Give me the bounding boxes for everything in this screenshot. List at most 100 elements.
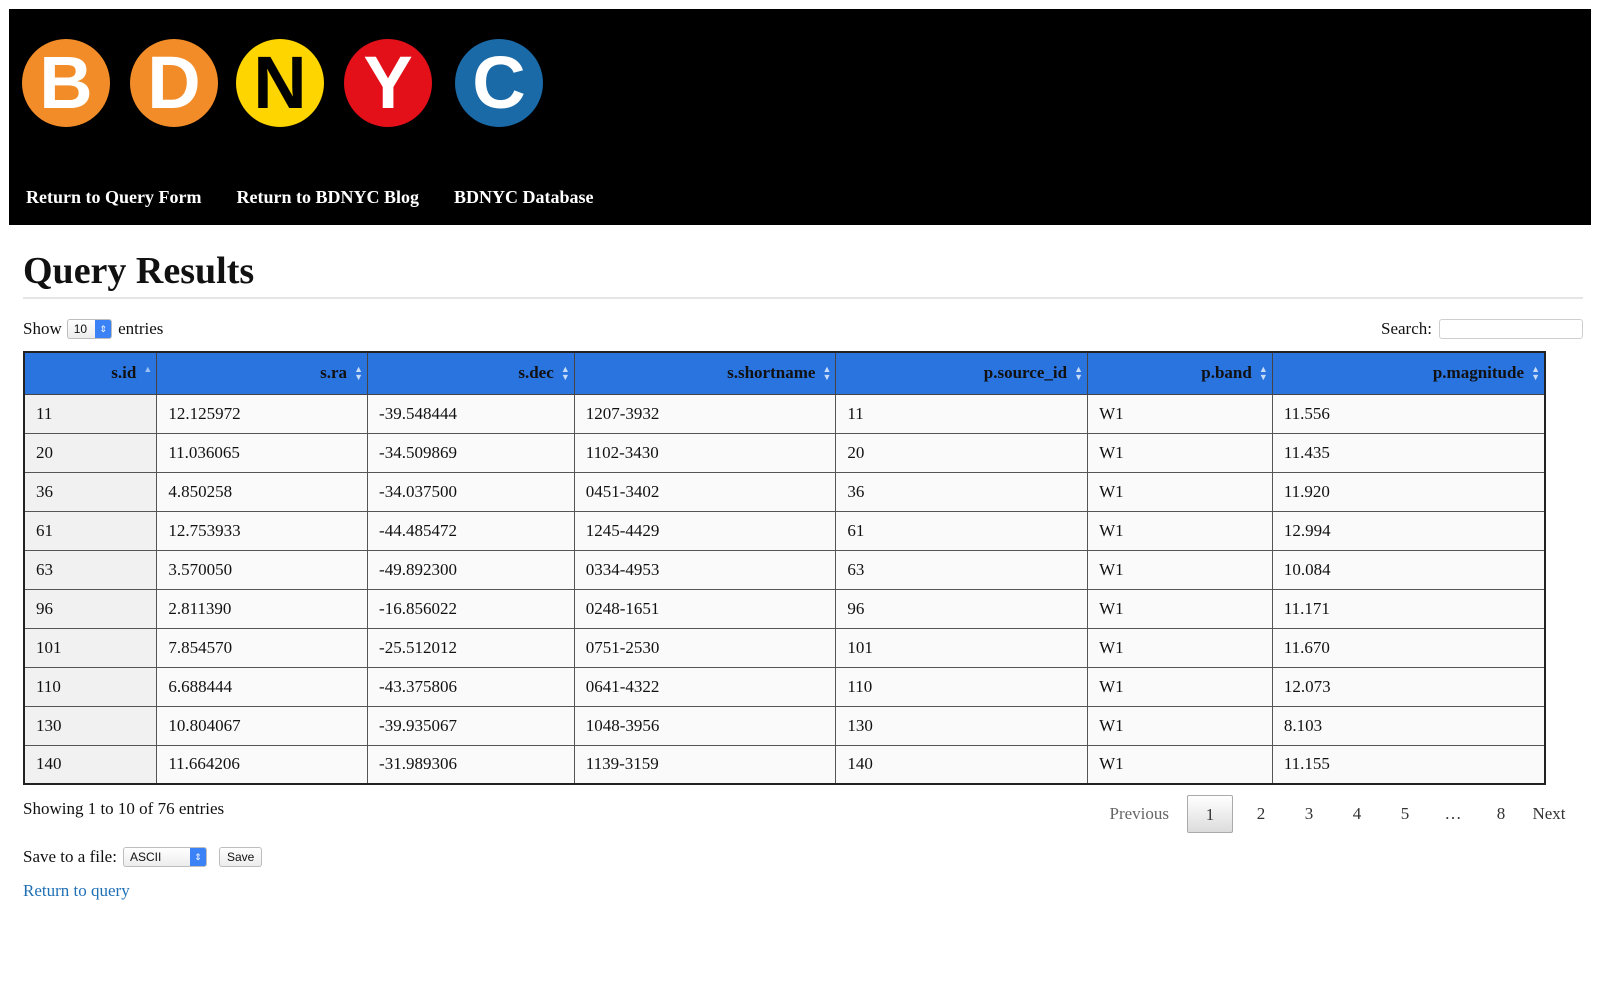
pagination-next[interactable]: Next [1529, 795, 1569, 833]
table-cell: W1 [1087, 549, 1273, 590]
table-cell: 2.811390 [156, 588, 369, 629]
table-row: 140 11.664206 -31.989306 1139-3159 140 W1 11.1… [23, 744, 1546, 785]
save-format-value: ASCII [129, 850, 162, 864]
table-cell: 1102-3430 [573, 432, 837, 473]
table-cell: -25.512012 [367, 627, 575, 668]
table-cell: 36 [835, 471, 1089, 512]
column-header-s-ra[interactable]: s.ra ▲ ▼ [156, 351, 369, 395]
pagination-page-8[interactable]: 8 [1481, 795, 1521, 833]
table-cell: W1 [1087, 471, 1273, 512]
table-cell: 11.435 [1271, 432, 1546, 473]
pagination-page-1[interactable]: 1 [1187, 795, 1233, 833]
table-cell: 4.850258 [156, 471, 369, 512]
table-cell: 12.125972 [156, 393, 369, 434]
logo-letter-n: N [236, 39, 324, 127]
return-to-query-link[interactable]: Return to query [23, 881, 130, 901]
pagination-page-2[interactable]: 2 [1241, 795, 1281, 833]
entries-label: entries [118, 319, 164, 338]
table-cell: 140 [835, 744, 1089, 785]
table-controls: Show 10 ⇕ entries Search: [23, 311, 1583, 351]
entries-length-control: Show 10 ⇕ entries [23, 319, 163, 339]
pagination-page-3[interactable]: 3 [1289, 795, 1329, 833]
nav-database[interactable]: BDNYC Database [454, 187, 594, 208]
table-cell: 96 [835, 588, 1089, 629]
sort-icon: ▲ ▼ [1258, 364, 1268, 382]
table-row: 36 4.850258 -34.037500 0451-3402 36 W1 11.920 [23, 471, 1546, 512]
table-cell: 36 [23, 471, 158, 512]
search-label: Search: [1381, 319, 1432, 338]
table-row: 130 10.804067 -39.935067 1048-3956 130 W1 8.10… [23, 705, 1546, 746]
search-control: Search: [1381, 319, 1583, 339]
table-row: 20 11.036065 -34.509869 1102-3430 20 W1 11.435 [23, 432, 1546, 473]
save-format-select[interactable]: ASCII ⇕ [122, 847, 207, 867]
table-cell: 11 [23, 393, 158, 434]
table-cell: W1 [1087, 705, 1273, 746]
table-cell: W1 [1087, 744, 1273, 785]
sort-icon: ▲ ▼ [560, 364, 570, 382]
page-title: Query Results [23, 245, 1583, 299]
nav-return-to-blog[interactable]: Return to BDNYC Blog [236, 187, 419, 208]
table-cell: 140 [23, 744, 158, 785]
column-header-p-band[interactable]: p.band ▲ ▼ [1087, 351, 1273, 395]
table-cell: 1207-3932 [573, 393, 837, 434]
sort-icon: ▲ ▼ [1531, 364, 1540, 382]
pagination-page-4[interactable]: 4 [1337, 795, 1377, 833]
save-button[interactable]: Save [218, 847, 263, 867]
column-header-s-id[interactable]: s.id ▲ [23, 351, 158, 395]
table-cell: W1 [1087, 510, 1273, 551]
column-header-p-magnitude[interactable]: p.magnitude ▲ ▼ [1271, 351, 1546, 395]
show-label: Show [23, 319, 62, 338]
logo-letter-b: B [22, 39, 110, 127]
table-cell: 1048-3956 [573, 705, 837, 746]
table-row: 61 12.753933 -44.485472 1245-4429 61 W1 12.994 [23, 510, 1546, 551]
table-cell: 0248-1651 [573, 588, 837, 629]
table-footer: Showing 1 to 10 of 76 entries Previous 1 2… [23, 791, 1583, 841]
nav-return-to-query-form[interactable]: Return to Query Form [26, 187, 201, 208]
column-header-s-dec[interactable]: s.dec ▲ ▼ [367, 351, 575, 395]
pagination: Previous 1 2 3 4 5 … 8 Next [1102, 795, 1570, 833]
table-row: 63 3.570050 -49.892300 0334-4953 63 W1 10.084 [23, 549, 1546, 590]
table-cell: 0641-4322 [573, 666, 837, 707]
pagination-page-5[interactable]: 5 [1385, 795, 1425, 833]
table-cell: 20 [23, 432, 158, 473]
table-cell: 12.994 [1271, 510, 1546, 551]
table-cell: -39.935067 [367, 705, 575, 746]
table-cell: 110 [23, 666, 158, 707]
pagination-previous[interactable]: Previous [1110, 795, 1170, 833]
table-cell: 3.570050 [156, 549, 369, 590]
entries-select[interactable]: 10 ⇕ [66, 319, 113, 339]
results-table: s.id ▲ s.ra ▲ ▼ s.dec ▲ ▼ s.shortname ▲ ▼ p.source_… [23, 351, 1546, 785]
table-cell: 110 [835, 666, 1089, 707]
column-header-p-source-id[interactable]: p.source_id ▲ ▼ [835, 351, 1089, 395]
table-cell: 7.854570 [156, 627, 369, 668]
table-cell: 11.036065 [156, 432, 369, 473]
table-cell: 11.664206 [156, 744, 369, 785]
column-header-s-shortname[interactable]: s.shortname ▲ ▼ [573, 351, 837, 395]
table-cell: 12.753933 [156, 510, 369, 551]
table-cell: -49.892300 [367, 549, 575, 590]
column-header-label: s.dec [518, 363, 554, 383]
table-row: 11 12.125972 -39.548444 1207-3932 11 W1 11.556 [23, 393, 1546, 434]
table-cell: 130 [835, 705, 1089, 746]
logo-letter-c: C [455, 39, 543, 127]
table-cell: -34.509869 [367, 432, 575, 473]
table-cell: 8.103 [1271, 705, 1546, 746]
table-cell: 11.171 [1271, 588, 1546, 629]
table-cell: 61 [835, 510, 1089, 551]
table-cell: -39.548444 [367, 393, 575, 434]
table-cell: 10.084 [1271, 549, 1546, 590]
table-cell: W1 [1087, 432, 1273, 473]
table-row: 96 2.811390 -16.856022 0248-1651 96 W1 11.171 [23, 588, 1546, 629]
column-header-label: s.id [111, 363, 137, 383]
logo-letter-y: Y [344, 39, 432, 127]
entries-info: Showing 1 to 10 of 76 entries [23, 799, 225, 818]
entries-select-value: 10 [73, 322, 88, 336]
column-header-label: p.magnitude [1432, 363, 1524, 383]
table-cell: 63 [835, 549, 1089, 590]
save-label: Save to a file: [23, 847, 117, 866]
table-cell: W1 [1087, 588, 1273, 629]
main-content: Query Results Show 10 ⇕ entries Search: … [23, 245, 1583, 901]
table-cell: 63 [23, 549, 158, 590]
search-input[interactable] [1439, 319, 1583, 339]
table-cell: 1139-3159 [573, 744, 837, 785]
